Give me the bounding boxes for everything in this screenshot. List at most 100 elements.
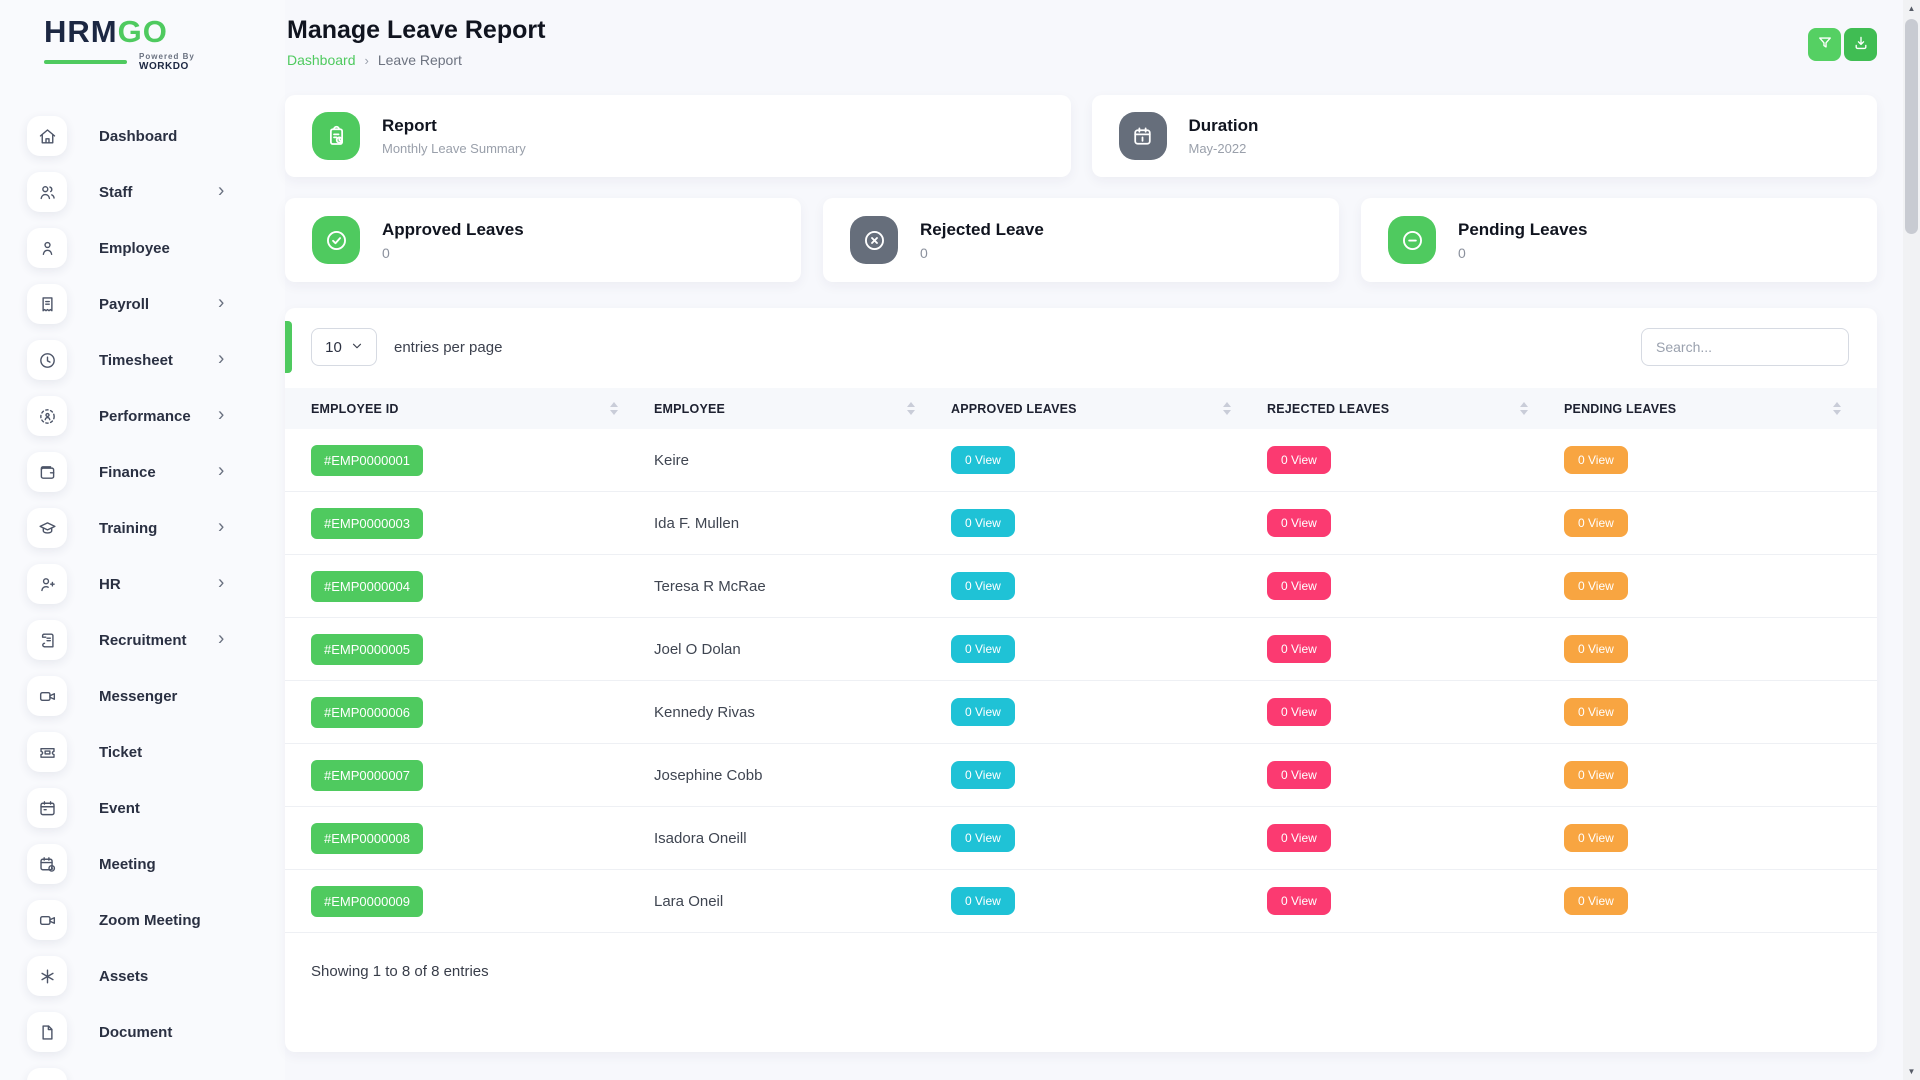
rejected-leaves-cell: 0 View [1267, 635, 1564, 663]
sidebar-item-timesheet[interactable]: Timesheet › [0, 332, 285, 388]
table-row: #EMP0000007Josephine Cobb0 View0 View0 V… [285, 744, 1877, 807]
sidebar-item-training[interactable]: Training› [0, 500, 285, 556]
sidebar-item-employee[interactable]: Employee [0, 220, 285, 276]
calendar-icon [1119, 112, 1167, 160]
assets-icon [27, 956, 67, 996]
column-header-pending-leaves[interactable]: PENDING LEAVES [1564, 402, 1877, 416]
approved-leaves-cell: 0 View [951, 761, 1267, 789]
sidebar-item-payroll[interactable]: Payroll› [0, 276, 285, 332]
column-header-label: REJECTED LEAVES [1267, 402, 1389, 416]
sort-down-arrow [907, 410, 915, 415]
card-subtitle: Monthly Leave Summary [382, 141, 526, 156]
sidebar-item-staff[interactable]: Staff› [0, 164, 285, 220]
card-accent-bar [285, 321, 292, 373]
approved-view-button[interactable]: 0 View [951, 446, 1015, 474]
scrollbar-down-arrow-icon[interactable]: ▼ [1903, 1063, 1920, 1080]
sidebar-item-ticket[interactable]: Ticket [0, 724, 285, 780]
employee-id-badge: #EMP0000004 [311, 571, 423, 602]
rejected-view-button[interactable]: 0 View [1267, 698, 1331, 726]
approved-view-button[interactable]: 0 View [951, 761, 1015, 789]
pending-view-button[interactable]: 0 View [1564, 446, 1628, 474]
rejected-view-button[interactable]: 0 View [1267, 761, 1331, 789]
approved-view-button[interactable]: 0 View [951, 824, 1015, 852]
performance-icon [27, 396, 67, 436]
sidebar-item-messenger[interactable]: Messenger [0, 668, 285, 724]
scrollbar-up-arrow-icon[interactable]: ▲ [1903, 0, 1920, 17]
employee-id-cell: #EMP0000001 [311, 445, 654, 476]
column-header-label: PENDING LEAVES [1564, 402, 1676, 416]
column-header-approved-leaves[interactable]: APPROVED LEAVES [951, 402, 1267, 416]
sidebar-item-performance[interactable]: Performance› [0, 388, 285, 444]
scrollbar-thumb[interactable] [1905, 19, 1918, 234]
pending-view-button[interactable]: 0 View [1564, 635, 1628, 663]
pending-view-button[interactable]: 0 View [1564, 509, 1628, 537]
column-header-rejected-leaves[interactable]: REJECTED LEAVES [1267, 402, 1564, 416]
zoom-meeting-icon [27, 900, 67, 940]
approved-view-button[interactable]: 0 View [951, 572, 1015, 600]
sidebar-item-meeting[interactable]: Meeting [0, 836, 285, 892]
sidebar-item-label: Performance [99, 408, 191, 425]
approved-view-button[interactable]: 0 View [951, 509, 1015, 537]
employee-name-cell: Ida F. Mullen [654, 515, 951, 532]
chevron-right-icon: › [218, 350, 224, 369]
finance-icon [27, 452, 67, 492]
approved-leaves-cell: 0 View [951, 446, 1267, 474]
approved-view-button[interactable]: 0 View [951, 887, 1015, 915]
pending-view-button[interactable]: 0 View [1564, 572, 1628, 600]
app-logo[interactable]: HRMGO Powered By WORKDO [0, 0, 285, 72]
table-header-row: EMPLOYEE IDEMPLOYEEAPPROVED LEAVESREJECT… [285, 388, 1877, 429]
card-text: Pending Leaves0 [1458, 220, 1587, 261]
column-header-employee[interactable]: EMPLOYEE [654, 402, 951, 416]
rejected-view-button[interactable]: 0 View [1267, 446, 1331, 474]
rejected-view-button[interactable]: 0 View [1267, 635, 1331, 663]
pending-view-button[interactable]: 0 View [1564, 761, 1628, 789]
column-header-employee-id[interactable]: EMPLOYEE ID [311, 402, 654, 416]
x-circle-icon [850, 216, 898, 264]
employee-name-cell: Teresa R McRae [654, 578, 951, 595]
minus-circle-icon [1388, 216, 1436, 264]
pending-view-button[interactable]: 0 View [1564, 824, 1628, 852]
rejected-view-button[interactable]: 0 View [1267, 824, 1331, 852]
card-title: Report [382, 116, 526, 136]
employee-id-cell: #EMP0000005 [311, 634, 654, 665]
download-button[interactable] [1844, 28, 1877, 61]
sidebar-item-label: Timesheet [99, 352, 173, 369]
card-text: Rejected Leave0 [920, 220, 1044, 261]
sidebar-item-assets[interactable]: Assets [0, 948, 285, 1004]
rejected-view-button[interactable]: 0 View [1267, 887, 1331, 915]
filter-button[interactable] [1808, 28, 1841, 61]
sidebar-item-finance[interactable]: Finance› [0, 444, 285, 500]
sidebar-item-recruitment[interactable]: Recruitment› [0, 612, 285, 668]
card-title: Duration [1189, 116, 1259, 136]
approved-view-button[interactable]: 0 View [951, 635, 1015, 663]
approved-leaves-cell: 0 View [951, 698, 1267, 726]
card-text: Approved Leaves0 [382, 220, 524, 261]
rejected-view-button[interactable]: 0 View [1267, 572, 1331, 600]
sidebar-item-company-policy[interactable]: Company Policy [0, 1060, 285, 1080]
sort-up-arrow [907, 402, 915, 407]
pending-view-button[interactable]: 0 View [1564, 887, 1628, 915]
duration-card: DurationMay-2022 [1092, 95, 1878, 177]
rejected-view-button[interactable]: 0 View [1267, 509, 1331, 537]
hr-icon [27, 564, 67, 604]
document-icon [27, 1012, 67, 1052]
sidebar-item-document[interactable]: Document [0, 1004, 285, 1060]
breadcrumb-dashboard-link[interactable]: Dashboard [287, 52, 356, 68]
sidebar-item-dashboard[interactable]: Dashboard [0, 108, 285, 164]
sidebar-item-zoom-meeting[interactable]: Zoom Meeting [0, 892, 285, 948]
chevron-right-icon: › [218, 518, 224, 537]
employee-name-cell: Isadora Oneill [654, 830, 951, 847]
approved-view-button[interactable]: 0 View [951, 698, 1015, 726]
sidebar-item-hr[interactable]: HR› [0, 556, 285, 612]
page-title: Manage Leave Report [287, 16, 1877, 45]
sort-up-arrow [610, 402, 618, 407]
stat-title: Rejected Leave [920, 220, 1044, 240]
approved-leaves-card: Approved Leaves0 [285, 198, 801, 282]
search-input[interactable] [1641, 328, 1849, 366]
vertical-scrollbar[interactable]: ▲ ▼ [1903, 0, 1920, 1080]
table-row: #EMP0000003Ida F. Mullen0 View0 View0 Vi… [285, 492, 1877, 555]
sidebar-item-label: Finance [99, 464, 156, 481]
sidebar-item-event[interactable]: Event [0, 780, 285, 836]
pending-view-button[interactable]: 0 View [1564, 698, 1628, 726]
entries-per-page-select[interactable]: 10 [311, 328, 377, 366]
